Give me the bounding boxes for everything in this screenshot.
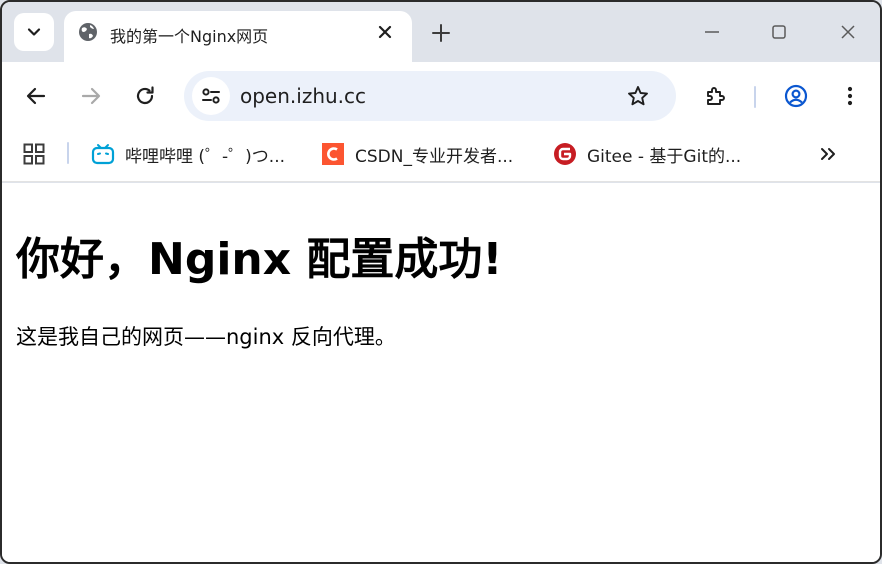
bookmarks-divider	[67, 142, 69, 164]
minimize-icon[interactable]	[700, 20, 724, 44]
bookmarks-bar: 哔哩哔哩 (゜-゜)つ... CSDN_专业开发者... Gitee - 基于G…	[2, 130, 880, 182]
reload-icon[interactable]	[133, 84, 157, 108]
page-content: 你好，Nginx 配置成功! 这是我自己的网页——nginx 反向代理。	[2, 183, 880, 562]
site-info-button[interactable]	[192, 77, 230, 115]
browser-window: 我的第一个Nginx网页 open.izhu.cc 哔哩哔哩 (゜-゜)つ...…	[0, 0, 882, 564]
maximize-icon[interactable]	[767, 20, 791, 44]
profile-avatar-icon[interactable]	[784, 84, 808, 108]
window-close-icon[interactable]	[836, 20, 860, 44]
apps-grid-icon[interactable]	[22, 142, 46, 166]
bookmark-label: CSDN_专业开发者...	[355, 146, 514, 167]
tab-title: 我的第一个Nginx网页	[110, 27, 269, 46]
bookmark-star-icon[interactable]	[626, 84, 650, 108]
bookmark-bilibili[interactable]: 哔哩哔哩 (゜-゜)つ...	[91, 140, 285, 168]
more-menu-icon[interactable]	[838, 84, 862, 108]
chevron-down-icon	[27, 28, 41, 36]
bookmark-gitee[interactable]: Gitee - 基于Git的...	[553, 140, 741, 168]
bookmark-label: 哔哩哔哩 (゜-゜)つ...	[125, 146, 286, 167]
back-arrow-icon[interactable]	[24, 84, 48, 108]
bilibili-icon	[91, 144, 115, 165]
toolbar: open.izhu.cc	[2, 62, 880, 130]
extensions-icon[interactable]	[704, 84, 728, 108]
tune-icon	[202, 88, 220, 104]
new-tab-icon[interactable]	[430, 22, 452, 44]
tab-search-button[interactable]	[14, 13, 54, 51]
page-heading: 你好，Nginx 配置成功!	[16, 234, 503, 285]
double-chevron-right-icon[interactable]	[816, 142, 840, 166]
bookmark-csdn[interactable]: CSDN_专业开发者...	[321, 140, 513, 168]
globe-icon	[79, 23, 97, 41]
url-text[interactable]: open.izhu.cc	[240, 84, 366, 108]
bookmark-label: Gitee - 基于Git的...	[587, 146, 742, 167]
forward-arrow-icon[interactable]	[79, 84, 103, 108]
gitee-icon	[554, 143, 576, 165]
page-paragraph: 这是我自己的网页——nginx 反向代理。	[16, 325, 396, 349]
tab-strip: 我的第一个Nginx网页	[2, 2, 880, 62]
address-bar[interactable]: open.izhu.cc	[184, 71, 676, 121]
toolbar-divider	[754, 86, 756, 108]
active-tab[interactable]: 我的第一个Nginx网页	[64, 11, 412, 62]
close-icon[interactable]	[376, 23, 394, 41]
csdn-icon	[322, 143, 344, 165]
